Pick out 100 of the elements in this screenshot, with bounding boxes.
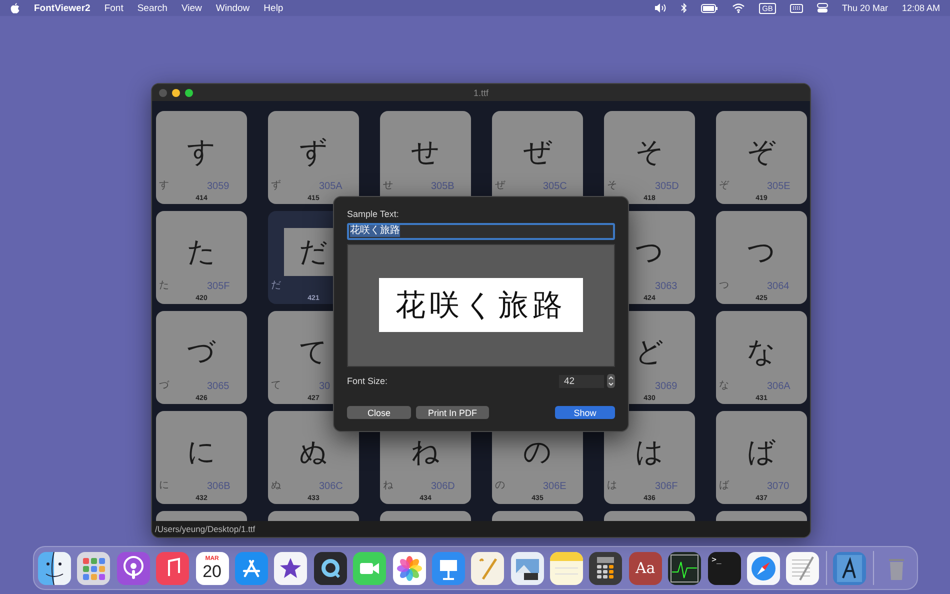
sample-text-field[interactable]: 花咲く旅路 — [347, 223, 615, 240]
battery-icon[interactable] — [701, 4, 718, 12]
code-point: 306E — [543, 481, 566, 492]
video-camera-icon[interactable] — [353, 552, 386, 584]
glyph: ず — [299, 138, 328, 166]
font-file-icon[interactable] — [833, 552, 866, 584]
code-point: 306B — [207, 481, 230, 492]
preview-icon[interactable] — [510, 552, 544, 584]
character-label: す — [159, 179, 169, 192]
character-label: は — [607, 479, 617, 492]
glyph: は — [635, 438, 664, 466]
menu-item[interactable]: Search — [137, 2, 168, 14]
character-label: の — [495, 479, 505, 492]
menu-item[interactable]: Window — [216, 2, 250, 14]
code-point: 306F — [655, 481, 678, 492]
code-point: 306C — [319, 481, 343, 492]
character-label: ね — [383, 479, 393, 492]
character-label: に — [159, 479, 169, 492]
glyph: そ — [635, 138, 664, 166]
quill-pen-icon[interactable] — [471, 552, 504, 584]
glyph: つ — [747, 238, 776, 266]
character-label: ず — [271, 178, 281, 192]
glyph: ね — [411, 438, 440, 466]
code-point: 305C — [543, 181, 567, 192]
podium-icon[interactable] — [432, 552, 465, 584]
character-label: つ — [719, 279, 729, 292]
code-point: 305B — [431, 181, 454, 192]
code-point: 3069 — [655, 381, 678, 392]
compass-icon[interactable] — [747, 552, 780, 584]
character-label: て — [271, 379, 281, 392]
keyboard-icon[interactable] — [790, 4, 803, 12]
character-label: づ — [159, 379, 169, 392]
glyph: ぞ — [747, 138, 776, 166]
apple-logo-icon[interactable] — [10, 2, 20, 14]
file-path: /Users/yeung/Desktop/1.ttf — [155, 524, 256, 534]
app-menu[interactable]: FontViewer2 — [34, 2, 90, 14]
dialog-button[interactable]: Close — [347, 406, 411, 419]
minimize-button[interactable] — [172, 88, 180, 96]
menu-item[interactable]: View — [181, 2, 202, 14]
code-point: 3064 — [767, 281, 790, 292]
character-label: ぬ — [271, 479, 281, 492]
glyph: せ — [411, 138, 440, 166]
character-label: そ — [607, 179, 617, 192]
character-label: な — [719, 379, 729, 392]
finder-icon[interactable] — [38, 552, 71, 584]
code-point: 305D — [655, 181, 679, 192]
glyph: だ — [299, 238, 328, 266]
launchpad-icon[interactable] — [77, 552, 110, 584]
glyph: な — [747, 338, 776, 366]
quicktime-icon[interactable] — [314, 552, 347, 584]
character-label: た — [159, 279, 169, 292]
code-point: 30 — [319, 381, 330, 392]
glyph: ど — [635, 338, 664, 366]
dialog-button[interactable]: Print In PDF — [416, 406, 489, 419]
code-point: 306A — [767, 381, 790, 392]
glyph: に — [187, 438, 216, 466]
code-point: 305A — [319, 181, 342, 192]
dictionary-icon[interactable]: Aa — [628, 552, 662, 584]
notes-icon[interactable] — [550, 552, 584, 584]
glyph: ぜ — [523, 138, 552, 166]
glyph: ぬ — [299, 438, 328, 466]
code-point: 305F — [207, 281, 230, 292]
stepper-icon[interactable] — [607, 374, 615, 388]
character-label: ぞ — [719, 179, 729, 192]
glyph: づ — [187, 338, 216, 366]
volume-icon[interactable] — [654, 3, 668, 13]
code-point: 3065 — [207, 381, 230, 392]
preview-text: 花咲く旅路 — [396, 286, 566, 325]
glyph: す — [187, 138, 216, 166]
terminal-icon[interactable]: >_ — [708, 552, 741, 584]
show-button[interactable]: Show — [555, 406, 615, 419]
music-note-icon[interactable] — [156, 552, 190, 584]
menu-item[interactable]: Font — [104, 2, 124, 14]
date-label[interactable]: Thu 20 Mar — [842, 3, 888, 13]
character-label: ぜ — [495, 179, 505, 192]
control-center-icon[interactable] — [816, 3, 828, 13]
glyph: て — [299, 338, 328, 366]
character-label: ば — [719, 479, 729, 492]
character-label: せ — [383, 179, 393, 192]
podcast-icon[interactable] — [116, 552, 150, 584]
glyph: の — [523, 438, 552, 466]
character-label: だ — [271, 279, 281, 292]
photos-icon[interactable] — [392, 552, 426, 584]
code-point: 306D — [431, 481, 455, 492]
window-title: 1.ttf — [472, 88, 490, 98]
code-point: 3063 — [655, 281, 678, 292]
activity-monitor-icon[interactable] — [668, 552, 702, 584]
calculator-icon[interactable] — [589, 552, 622, 584]
bluetooth-icon[interactable] — [681, 3, 688, 13]
text-document-icon[interactable] — [786, 552, 820, 584]
glyph: た — [187, 238, 216, 266]
font-size-field[interactable]: 42 — [559, 374, 604, 388]
menu-item[interactable]: Help — [264, 2, 284, 14]
code-point: 3070 — [767, 481, 790, 492]
wifi-icon[interactable] — [732, 3, 746, 13]
code-point: 305E — [767, 181, 790, 192]
glyph: ば — [747, 438, 776, 466]
time-label[interactable]: 12:08 AM — [902, 3, 940, 13]
app-store-icon[interactable] — [234, 552, 268, 584]
zoom-button[interactable] — [185, 88, 193, 96]
